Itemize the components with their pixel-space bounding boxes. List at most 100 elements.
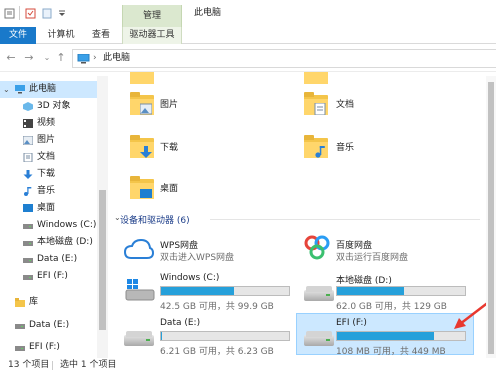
- drive-space-c: 42.5 GB 可用，共 99.9 GB: [160, 302, 274, 312]
- drive-usage-bar-f: [336, 331, 466, 341]
- drive-usage-fill-e: [161, 332, 163, 340]
- drive-usage-fill-f: [337, 332, 435, 340]
- folder-label-music[interactable]: 音乐: [336, 140, 354, 153]
- nav-label: Data (E:): [37, 254, 78, 264]
- content-scrollbar-thumb[interactable]: [488, 82, 494, 354]
- nav-label: EFI (F:): [37, 271, 68, 281]
- nav-item-3d-objects[interactable]: 3D 对象: [0, 98, 97, 115]
- drive-usage-bar-e: [160, 331, 290, 341]
- baidu-netdisk-icon[interactable]: [304, 234, 330, 262]
- expand-chevron-icon[interactable]: ⌄: [3, 81, 10, 98]
- 3d-objects-folder-icon[interactable]: [130, 72, 154, 84]
- nav-label: Windows (C:): [37, 220, 97, 230]
- nav-label: 此电脑: [29, 84, 57, 94]
- pictures-icon: [23, 136, 33, 145]
- drive-icon: [23, 275, 33, 280]
- windows-drive-icon[interactable]: [124, 278, 156, 302]
- address-bar[interactable]: › 此电脑: [72, 49, 496, 68]
- music-folder-icon[interactable]: [304, 135, 328, 159]
- section-divider: [210, 219, 480, 220]
- nav-item-this-pc[interactable]: ⌄ 此电脑: [0, 81, 97, 98]
- tab-drive-tools[interactable]: 驱动器工具: [122, 27, 182, 44]
- drive-space-f: 108 MB 可用，共 449 MB: [336, 347, 446, 357]
- title-bar: 管理 此电脑: [0, 0, 496, 27]
- drive-name-e[interactable]: Data (E:): [160, 318, 200, 328]
- nav-item-videos[interactable]: 视频: [0, 115, 97, 132]
- properties-icon[interactable]: [4, 8, 15, 19]
- documents-icon: [23, 153, 33, 162]
- section-devices-and-drives[interactable]: 设备和驱动器 (6): [120, 213, 190, 226]
- navigation-pane: ⌄ 此电脑 3D 对象 视频 图片 文档 下载 音乐 桌面 Windows (C…: [0, 76, 108, 358]
- drive-icon: [23, 241, 33, 246]
- tab-view[interactable]: 查看: [86, 27, 116, 44]
- nav-label: 下载: [37, 169, 56, 179]
- app-desc-wps: 双击进入WPS网盘: [160, 253, 235, 263]
- nav-item-libraries[interactable]: 库: [0, 294, 97, 311]
- up-arrow-icon[interactable]: ↑: [54, 50, 68, 66]
- nav-scrollbar-thumb[interactable]: [99, 190, 106, 330]
- download-folder-icon[interactable]: [130, 135, 154, 159]
- forward-arrow-icon[interactable]: →: [22, 50, 36, 66]
- tab-computer[interactable]: 计算机: [42, 27, 80, 44]
- status-bar: 13 个项目 选中 1 个项目: [0, 358, 496, 373]
- nav-item-documents[interactable]: 文档: [0, 149, 97, 166]
- nav-label: 图片: [37, 135, 56, 145]
- new-folder-icon[interactable]: [42, 8, 53, 19]
- nav-label: 音乐: [37, 186, 56, 196]
- nav-item-drive-f[interactable]: EFI (F:): [0, 268, 97, 285]
- ribbon-tabs: 文件 计算机 查看 驱动器工具: [0, 27, 496, 44]
- computer-icon: [15, 85, 25, 94]
- app-desc-baidu: 双击运行百度网盘: [336, 253, 409, 263]
- nav-item-pictures[interactable]: 图片: [0, 132, 97, 149]
- documents-folder-icon[interactable]: [304, 92, 328, 116]
- drive-name-d[interactable]: 本地磁盘 (D:): [336, 273, 392, 286]
- local-disk-drive-icon[interactable]: [304, 286, 334, 302]
- checklist-icon[interactable]: [25, 8, 36, 19]
- nav-label: 视频: [37, 118, 56, 128]
- desktop-folder-icon[interactable]: [130, 176, 154, 200]
- customize-quick-access-icon[interactable]: [57, 8, 68, 19]
- drive-space-e: 6.21 GB 可用，共 6.23 GB: [160, 347, 274, 357]
- nav-item-desktop[interactable]: 桌面: [0, 200, 97, 217]
- wps-cloud-icon[interactable]: [124, 238, 154, 260]
- download-icon: [23, 170, 33, 179]
- folder-label-downloads[interactable]: 下载: [160, 140, 178, 153]
- nav-label: Data (E:): [29, 320, 70, 330]
- nav-item-drive-e[interactable]: Data (E:): [0, 251, 97, 268]
- nav-item-drive-c[interactable]: Windows (C:): [0, 217, 97, 234]
- tab-file[interactable]: 文件: [0, 27, 36, 44]
- video-folder-icon[interactable]: [304, 72, 328, 84]
- drive-usage-bar-c: [160, 286, 290, 296]
- drive-usage-fill-d: [337, 287, 404, 295]
- drive-name-f[interactable]: EFI (F:): [336, 318, 367, 328]
- back-arrow-icon[interactable]: ←: [4, 50, 18, 66]
- nav-item-drive-d[interactable]: 本地磁盘 (D:): [0, 234, 97, 251]
- nav-item-downloads[interactable]: 下载: [0, 166, 97, 183]
- nav-label: EFI (F:): [29, 342, 60, 352]
- nav-item-drive-f-root[interactable]: EFI (F:): [0, 339, 97, 356]
- drive-icon: [15, 346, 25, 351]
- recent-locations-chevron-icon[interactable]: ⌄: [40, 50, 54, 66]
- breadcrumb-this-pc[interactable]: 此电脑: [103, 50, 130, 67]
- folder-label-pictures[interactable]: 图片: [160, 97, 178, 110]
- 3d-objects-icon: [23, 102, 33, 111]
- status-separator: [52, 361, 53, 370]
- drive-name-c[interactable]: Windows (C:): [160, 273, 219, 283]
- drive-usage-fill-c: [161, 287, 234, 295]
- folder-label-documents[interactable]: 文档: [336, 97, 354, 110]
- context-group-manage: 管理: [122, 5, 182, 27]
- library-icon: [15, 298, 25, 307]
- separator: [19, 6, 20, 20]
- nav-item-drive-e-root[interactable]: Data (E:): [0, 317, 97, 334]
- folder-label-desktop[interactable]: 桌面: [160, 181, 178, 194]
- nav-item-music[interactable]: 音乐: [0, 183, 97, 200]
- data-drive-icon[interactable]: [124, 331, 154, 347]
- drive-space-d: 62.0 GB 可用，共 129 GB: [336, 302, 447, 312]
- breadcrumb-chevron-icon[interactable]: ›: [93, 50, 97, 67]
- drive-icon: [15, 324, 25, 329]
- pictures-folder-icon[interactable]: [130, 92, 154, 116]
- efi-drive-icon[interactable]: [304, 331, 334, 347]
- nav-label: 本地磁盘 (D:): [37, 237, 93, 247]
- desktop-icon: [23, 204, 33, 212]
- window-title: 此电脑: [194, 8, 222, 18]
